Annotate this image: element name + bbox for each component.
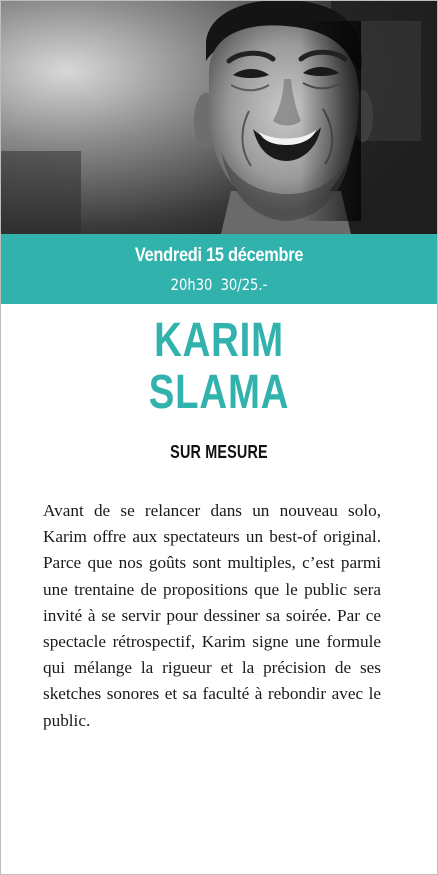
artist-first-name: KARIM: [154, 314, 284, 367]
show-title: SUR MESURE: [170, 442, 268, 462]
artist-name: KARIM SLAMA: [45, 315, 394, 419]
event-date: Vendredi 15 décembre: [134, 245, 304, 266]
show-description: Avant de se relancer dans un nouveau sol…: [43, 501, 381, 730]
artist-last-name: SLAMA: [148, 366, 290, 419]
event-time-price: 20h30 30/25.-: [40, 275, 398, 294]
event-time: 20h30: [170, 275, 213, 294]
event-info-band: Vendredi 15 décembre 20h30 30/25.-: [1, 234, 437, 304]
event-price: 30/25.-: [220, 275, 268, 294]
artist-photo: [1, 1, 437, 234]
event-card: Vendredi 15 décembre 20h30 30/25.- KARIM …: [0, 0, 438, 875]
